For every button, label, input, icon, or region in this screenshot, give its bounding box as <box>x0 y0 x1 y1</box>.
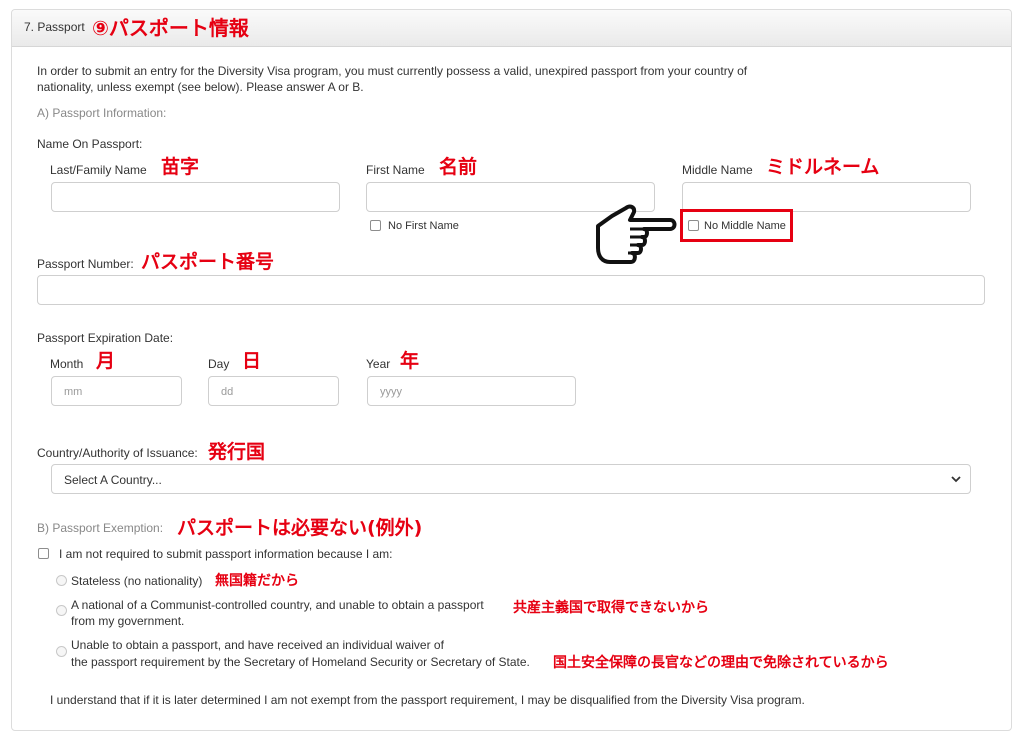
part-b-label: B) Passport Exemption: <box>37 521 164 535</box>
passport-number-label: Passport Number: <box>37 257 134 271</box>
section-annotation: ⑨パスポート情報 <box>92 16 249 40</box>
passport-exemption-label: I am not required to submit passport inf… <box>59 547 393 561</box>
year-input[interactable]: yyyy <box>367 376 576 406</box>
day-input[interactable]: dd <box>208 376 339 406</box>
waiver-radio[interactable] <box>56 646 67 657</box>
waiver-annotation: 国土安全保障の長官などの理由で免除されているから <box>553 655 889 671</box>
intro-line-1: In order to submit an entry for the Dive… <box>37 64 748 78</box>
no-first-name-label: No First Name <box>388 220 459 232</box>
year-annotation: 年 <box>400 350 420 372</box>
name-on-passport-label: Name On Passport: <box>37 137 143 151</box>
month-label: Month <box>50 357 84 371</box>
disclaimer-text: I understand that if it is later determi… <box>50 693 805 707</box>
communist-country-radio[interactable] <box>56 605 67 616</box>
first-name-annotation: 名前 <box>439 156 478 178</box>
last-name-input[interactable] <box>51 182 340 212</box>
day-label: Day <box>208 357 230 371</box>
last-name-annotation: 苗字 <box>161 156 200 178</box>
part-b-annotation: パスポートは必要ない(例外) <box>177 517 423 539</box>
stateless-annotation: 無国籍だから <box>215 573 299 589</box>
no-middle-name-checkbox[interactable] <box>688 220 699 231</box>
section-title: 7. Passport <box>24 20 85 34</box>
middle-name-label: Middle Name <box>682 163 753 177</box>
month-annotation: 月 <box>96 350 116 372</box>
expiration-date-label: Passport Expiration Date: <box>37 331 174 345</box>
country-select[interactable]: Select A Country... <box>51 464 971 494</box>
middle-name-input[interactable] <box>682 182 971 212</box>
part-a-label: A) Passport Information: <box>37 106 167 120</box>
day-annotation: 日 <box>242 350 262 372</box>
passport-number-input[interactable] <box>37 275 985 305</box>
no-middle-name-label: No Middle Name <box>704 220 786 232</box>
communist-country-label-line2: from my government. <box>71 614 185 628</box>
country-label: Country/Authority of Issuance: <box>37 446 198 460</box>
country-annotation: 発行国 <box>208 441 266 463</box>
pointing-hand-icon <box>596 204 677 264</box>
month-input[interactable]: mm <box>51 376 182 406</box>
first-name-label: First Name <box>366 163 425 177</box>
no-first-name-checkbox[interactable] <box>370 220 381 231</box>
communist-country-annotation: 共産主義国で取得できないから <box>513 600 709 616</box>
middle-name-annotation: ミドルネーム <box>766 156 880 178</box>
passport-number-annotation: パスポート番号 <box>141 251 275 273</box>
stateless-label: Stateless (no nationality) <box>71 574 203 588</box>
last-name-label: Last/Family Name <box>50 163 147 177</box>
year-placeholder: yyyy <box>380 386 402 398</box>
month-placeholder: mm <box>64 386 83 398</box>
chevron-down-icon <box>951 476 961 483</box>
waiver-label-line2: the passport requirement by the Secretar… <box>71 655 530 669</box>
waiver-label-line1: Unable to obtain a passport, and have re… <box>71 638 444 652</box>
intro-line-2: nationality, unless exempt (see below). … <box>37 80 364 94</box>
communist-country-label-line1: A national of a Communist-controlled cou… <box>71 598 484 612</box>
day-placeholder: dd <box>221 386 234 398</box>
stateless-radio[interactable] <box>56 575 67 586</box>
passport-exemption-checkbox[interactable] <box>38 548 49 559</box>
country-select-value: Select A Country... <box>64 473 162 487</box>
year-label: Year <box>366 357 391 371</box>
